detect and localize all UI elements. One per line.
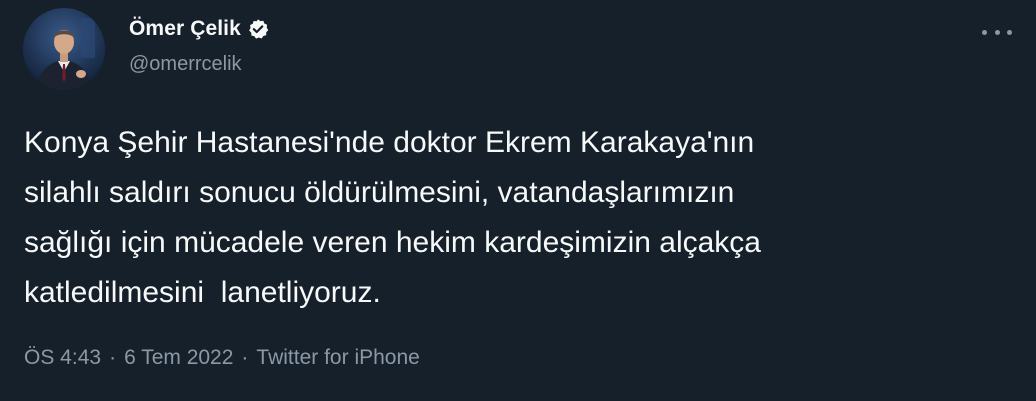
- user-handle[interactable]: @omerrcelik: [129, 53, 269, 76]
- more-dot: [994, 29, 1000, 35]
- tweet-date[interactable]: 6 Tem 2022: [124, 346, 233, 370]
- tweet-meta: ÖS 4:43 · 6 Tem 2022 · Twitter for iPhon…: [24, 346, 420, 370]
- tweet-time[interactable]: ÖS 4:43: [24, 346, 101, 370]
- more-options-icon[interactable]: [982, 22, 1012, 42]
- more-dot: [1007, 29, 1012, 35]
- avatar-image: [23, 8, 105, 90]
- meta-separator: ·: [109, 346, 117, 369]
- name-row: Ömer Çelik: [129, 13, 269, 45]
- tweet-card: Ömer Çelik @omerrcelik Konya Şehir Hasta…: [0, 0, 1036, 401]
- meta-separator: ·: [241, 346, 249, 369]
- tweet-text: Konya Şehir Hastanesi'nde doktor Ekrem K…: [24, 126, 761, 309]
- tweet-source[interactable]: Twitter for iPhone: [256, 346, 419, 370]
- more-dot: [982, 29, 987, 35]
- avatar[interactable]: [23, 8, 105, 90]
- display-name[interactable]: Ömer Çelik: [129, 17, 241, 41]
- author-block: Ömer Çelik @omerrcelik: [129, 13, 269, 76]
- verified-badge-icon: [247, 18, 269, 40]
